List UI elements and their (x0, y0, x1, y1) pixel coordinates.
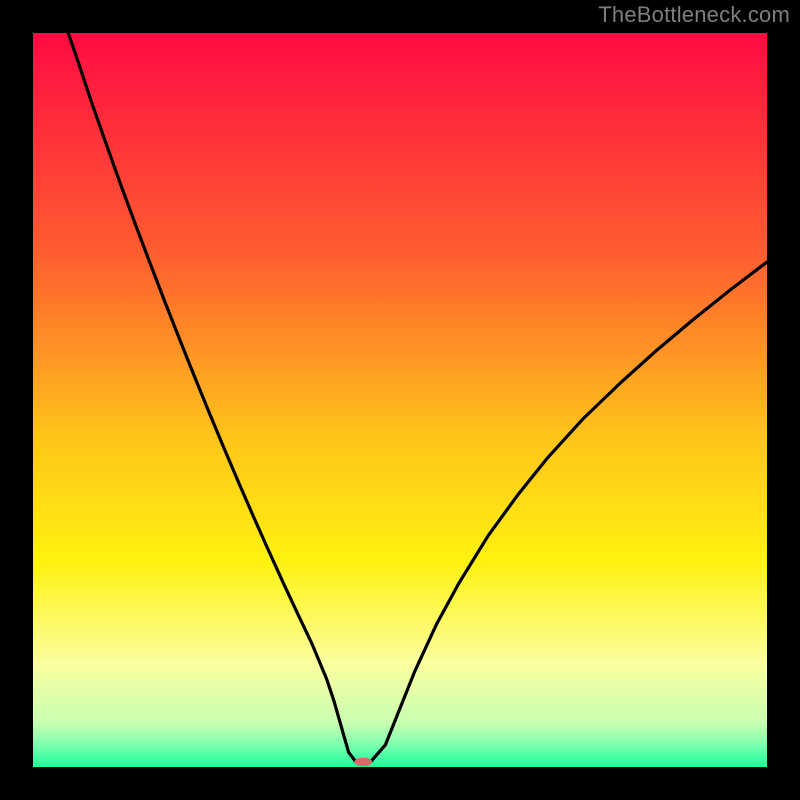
chart-frame: TheBottleneck.com (0, 0, 800, 800)
gradient-background (33, 33, 767, 767)
plot-area (33, 33, 767, 767)
watermark-text: TheBottleneck.com (598, 2, 790, 28)
optimal-point-marker (354, 757, 372, 766)
chart-svg (33, 33, 767, 767)
